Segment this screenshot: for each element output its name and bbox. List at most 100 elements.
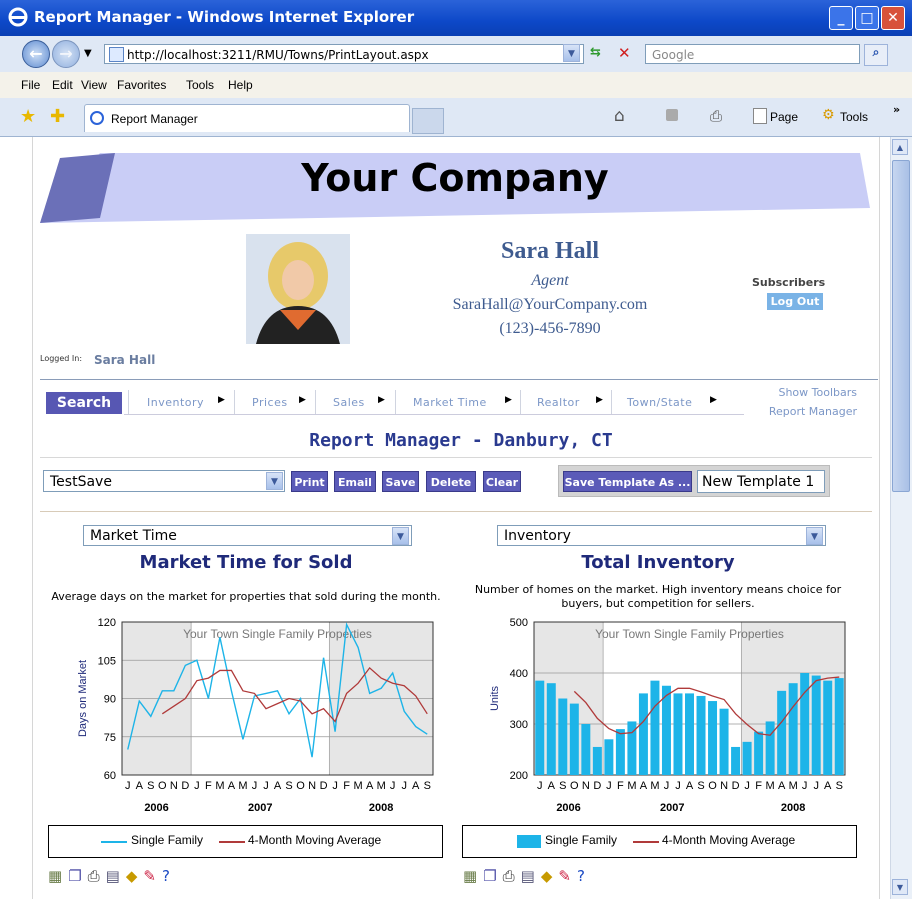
properties-icon[interactable]: ▦ bbox=[48, 867, 62, 885]
nav-item-town-state[interactable]: Town/State bbox=[627, 396, 692, 409]
home-icon[interactable]: ⌂ bbox=[614, 106, 625, 126]
nav-item-prices[interactable]: Prices bbox=[252, 396, 288, 409]
search-field[interactable]: Google bbox=[645, 44, 860, 64]
y-tick-label: 60 bbox=[104, 770, 116, 782]
bar bbox=[673, 693, 683, 775]
logout-button[interactable]: Log Out bbox=[767, 293, 823, 310]
forward-button[interactable]: → bbox=[52, 40, 80, 68]
year-label: 2008 bbox=[369, 802, 393, 814]
tab-report-manager[interactable]: Report Manager bbox=[84, 104, 410, 132]
3d-icon[interactable]: ◆ bbox=[126, 867, 138, 885]
bar bbox=[535, 680, 545, 775]
history-dropdown-icon[interactable]: ▼ bbox=[84, 48, 92, 59]
bar bbox=[742, 741, 752, 775]
agent-name: Sara Hall bbox=[500, 238, 599, 264]
maximize-button[interactable]: □ bbox=[855, 6, 879, 30]
favorites-star-icon[interactable]: ★ bbox=[20, 106, 36, 127]
print-chart-icon[interactable]: ⎙ bbox=[503, 867, 515, 885]
export-icon[interactable]: ▤ bbox=[106, 867, 120, 885]
add-favorite-icon[interactable]: ✚ bbox=[50, 106, 65, 127]
feeds-icon[interactable] bbox=[666, 109, 678, 121]
x-tick-label: N bbox=[308, 780, 316, 792]
divider bbox=[40, 379, 878, 380]
search-go-icon[interactable]: ⌕ bbox=[864, 44, 888, 66]
agent-photo bbox=[246, 234, 350, 344]
new-tab-button[interactable] bbox=[412, 108, 444, 134]
show-toolbars-link[interactable]: Show Toolbars bbox=[700, 386, 857, 399]
chevron-down-icon[interactable]: ▼ bbox=[392, 527, 409, 545]
menu-file[interactable]: File bbox=[21, 78, 40, 92]
clear-button[interactable]: Clear bbox=[483, 471, 521, 492]
report-manager-link[interactable]: Report Manager bbox=[700, 405, 857, 418]
x-tick-label: N bbox=[582, 780, 590, 792]
back-button[interactable]: ← bbox=[22, 40, 50, 68]
agent-email[interactable]: SaraHall@YourCompany.com bbox=[420, 296, 680, 314]
nav-separator bbox=[520, 390, 521, 414]
3d-icon[interactable]: ◆ bbox=[541, 867, 553, 885]
x-tick-label: S bbox=[836, 780, 843, 792]
print-chart-icon[interactable]: ⎙ bbox=[88, 867, 100, 885]
bar bbox=[558, 698, 568, 775]
copy-icon[interactable]: ❐ bbox=[483, 867, 496, 885]
refresh-icon[interactable]: ⇆ bbox=[590, 45, 601, 60]
legend-swatch-line bbox=[101, 841, 127, 843]
x-tick-label: M bbox=[766, 780, 775, 792]
menu-favorites[interactable]: Favorites bbox=[117, 78, 166, 92]
template-name-input[interactable]: New Template 1 bbox=[697, 470, 825, 493]
chevron-down-icon[interactable]: ▼ bbox=[266, 472, 283, 490]
nav-item-realtor[interactable]: Realtor bbox=[537, 396, 580, 409]
page-icon bbox=[109, 47, 124, 62]
email-button[interactable]: Email bbox=[334, 471, 376, 492]
chevron-more-icon[interactable]: » bbox=[893, 103, 900, 116]
scroll-up-icon[interactable]: ▲ bbox=[892, 139, 908, 155]
save-button[interactable]: Save bbox=[382, 471, 419, 492]
bar bbox=[731, 746, 741, 775]
nav-item-sales[interactable]: Sales bbox=[333, 396, 365, 409]
search-button[interactable]: Search bbox=[46, 392, 122, 414]
menu-tools[interactable]: Tools bbox=[186, 78, 214, 92]
chart-watermark: Your Town Single Family Properties bbox=[183, 627, 372, 641]
x-tick-label: S bbox=[559, 780, 566, 792]
chart2-type-select[interactable]: Inventory bbox=[497, 525, 826, 546]
menu-help[interactable]: Help bbox=[228, 78, 253, 92]
x-tick-label: A bbox=[366, 780, 374, 792]
x-tick-label: M bbox=[627, 780, 636, 792]
bar bbox=[754, 731, 764, 775]
export-icon[interactable]: ▤ bbox=[521, 867, 535, 885]
scrollbar-thumb[interactable] bbox=[892, 160, 910, 492]
tools-menu[interactable]: Tools bbox=[840, 110, 868, 124]
scroll-down-icon[interactable]: ▼ bbox=[892, 879, 908, 895]
y-tick-label: 200 bbox=[510, 770, 528, 782]
url-field[interactable]: http://localhost:3211/RMU/Towns/PrintLay… bbox=[104, 44, 584, 64]
help-icon[interactable]: ? bbox=[577, 867, 585, 885]
chart1-type-select[interactable]: Market Time bbox=[83, 525, 412, 546]
ie-logo-icon bbox=[8, 7, 28, 27]
copy-icon[interactable]: ❐ bbox=[68, 867, 81, 885]
save-template-as-button[interactable]: Save Template As ... bbox=[563, 471, 692, 492]
bar bbox=[811, 675, 821, 775]
minimize-button[interactable]: _ bbox=[829, 6, 853, 30]
x-tick-label: J bbox=[332, 780, 338, 792]
menu-view[interactable]: View bbox=[81, 78, 107, 92]
x-tick-label: S bbox=[697, 780, 704, 792]
print-button[interactable]: Print bbox=[291, 471, 328, 492]
stop-icon[interactable]: ✕ bbox=[618, 44, 631, 62]
style-wand-icon[interactable]: ✎ bbox=[558, 867, 571, 885]
page-menu[interactable]: Page bbox=[770, 110, 798, 124]
delete-button[interactable]: Delete bbox=[426, 471, 476, 492]
x-tick-label: M bbox=[789, 780, 798, 792]
year-label: 2007 bbox=[660, 802, 684, 814]
close-window-button[interactable]: ✕ bbox=[881, 6, 905, 30]
bar bbox=[615, 729, 625, 775]
nav-item-inventory[interactable]: Inventory bbox=[147, 396, 204, 409]
menu-edit[interactable]: Edit bbox=[52, 78, 73, 92]
properties-icon[interactable]: ▦ bbox=[463, 867, 477, 885]
print-icon[interactable]: ⎙ bbox=[710, 107, 722, 125]
help-icon[interactable]: ? bbox=[162, 867, 170, 885]
x-tick-label: J bbox=[813, 780, 819, 792]
template-select[interactable]: TestSave bbox=[43, 470, 285, 492]
nav-item-market-time[interactable]: Market Time bbox=[413, 396, 487, 409]
url-dropdown-icon[interactable]: ▼ bbox=[563, 44, 580, 62]
style-wand-icon[interactable]: ✎ bbox=[143, 867, 156, 885]
chevron-down-icon[interactable]: ▼ bbox=[806, 527, 823, 545]
